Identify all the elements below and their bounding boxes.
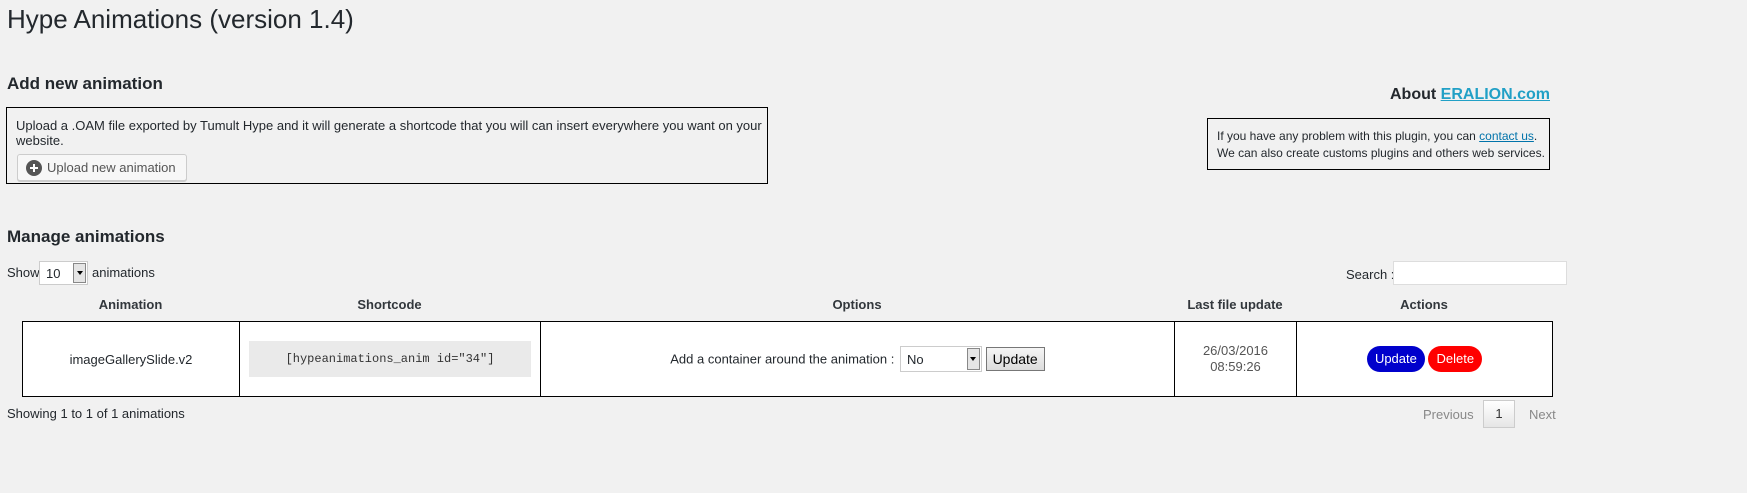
- upload-animation-button[interactable]: Upload new animation: [17, 154, 187, 181]
- container-option-select[interactable]: No: [899, 346, 982, 372]
- show-label: Show: [7, 265, 40, 280]
- page-1-button[interactable]: 1: [1483, 400, 1515, 428]
- animations-table: imageGallerySlide.v2 [hypeanimations_ani…: [22, 321, 1553, 397]
- next-button[interactable]: Next: [1529, 407, 1556, 422]
- contact-us-link[interactable]: contact us: [1479, 129, 1534, 143]
- about-line-1-text: If you have any problem with this plugin…: [1217, 129, 1476, 143]
- last-update-cell: 26/03/2016 08:59:26: [1174, 321, 1297, 397]
- search-input[interactable]: [1393, 261, 1567, 285]
- last-update-time: 08:59:26: [1210, 359, 1261, 374]
- column-header-actions[interactable]: Actions: [1296, 297, 1552, 312]
- page-title: Hype Animations (version 1.4): [7, 4, 354, 34]
- container-option-label: Add a container around the animation :: [670, 351, 895, 367]
- chevron-down-icon: [966, 348, 980, 370]
- column-header-animation[interactable]: Animation: [22, 297, 239, 312]
- manage-animations-heading: Manage animations: [7, 227, 165, 246]
- table-info: Showing 1 to 1 of 1 animations: [7, 406, 185, 421]
- about-prefix: About: [1390, 86, 1437, 103]
- page-size-select[interactable]: 10: [39, 261, 88, 285]
- chevron-down-icon: [73, 263, 86, 283]
- shortcode-text[interactable]: [hypeanimations_anim id="34"]: [249, 341, 531, 377]
- upload-description: Upload a .OAM file exported by Tumult Hy…: [16, 118, 762, 148]
- eralion-link[interactable]: ERALION.com: [1441, 86, 1550, 103]
- about-box: If you have any problem with this plugin…: [1207, 118, 1550, 170]
- options-cell: Add a container around the animation : N…: [540, 321, 1175, 397]
- upload-button-label: Upload new animation: [47, 160, 176, 175]
- table-row: imageGallerySlide.v2 [hypeanimations_ani…: [22, 321, 1553, 397]
- container-option-select-wrap: No: [899, 346, 982, 372]
- column-header-last-update[interactable]: Last file update: [1174, 297, 1296, 312]
- about-line-1: If you have any problem with this plugin…: [1217, 129, 1537, 143]
- about-heading: About ERALION.com: [1390, 86, 1550, 104]
- delete-button[interactable]: Delete: [1428, 346, 1483, 372]
- column-header-shortcode[interactable]: Shortcode: [239, 297, 540, 312]
- animation-name-cell: imageGallerySlide.v2: [22, 321, 240, 397]
- previous-button[interactable]: Previous: [1423, 407, 1474, 422]
- upload-box: Upload a .OAM file exported by Tumult Hy…: [6, 107, 768, 184]
- page-size-value: 10: [46, 265, 61, 281]
- last-update-date: 26/03/2016: [1202, 343, 1269, 358]
- add-animation-heading: Add new animation: [7, 74, 163, 93]
- animations-label: animations: [92, 265, 155, 280]
- update-button[interactable]: Update: [1366, 346, 1425, 372]
- container-option-value: No: [906, 351, 924, 367]
- column-header-options[interactable]: Options: [540, 297, 1174, 312]
- shortcode-cell: [hypeanimations_anim id="34"]: [239, 321, 541, 397]
- about-line-2: We can also create customs plugins and o…: [1217, 146, 1545, 160]
- option-update-button[interactable]: Update: [985, 347, 1045, 371]
- search-label: Search :: [1346, 267, 1395, 282]
- actions-cell: Update Delete: [1296, 321, 1553, 397]
- plus-circle-icon: [26, 159, 42, 176]
- about-line-1-suffix: .: [1533, 129, 1538, 143]
